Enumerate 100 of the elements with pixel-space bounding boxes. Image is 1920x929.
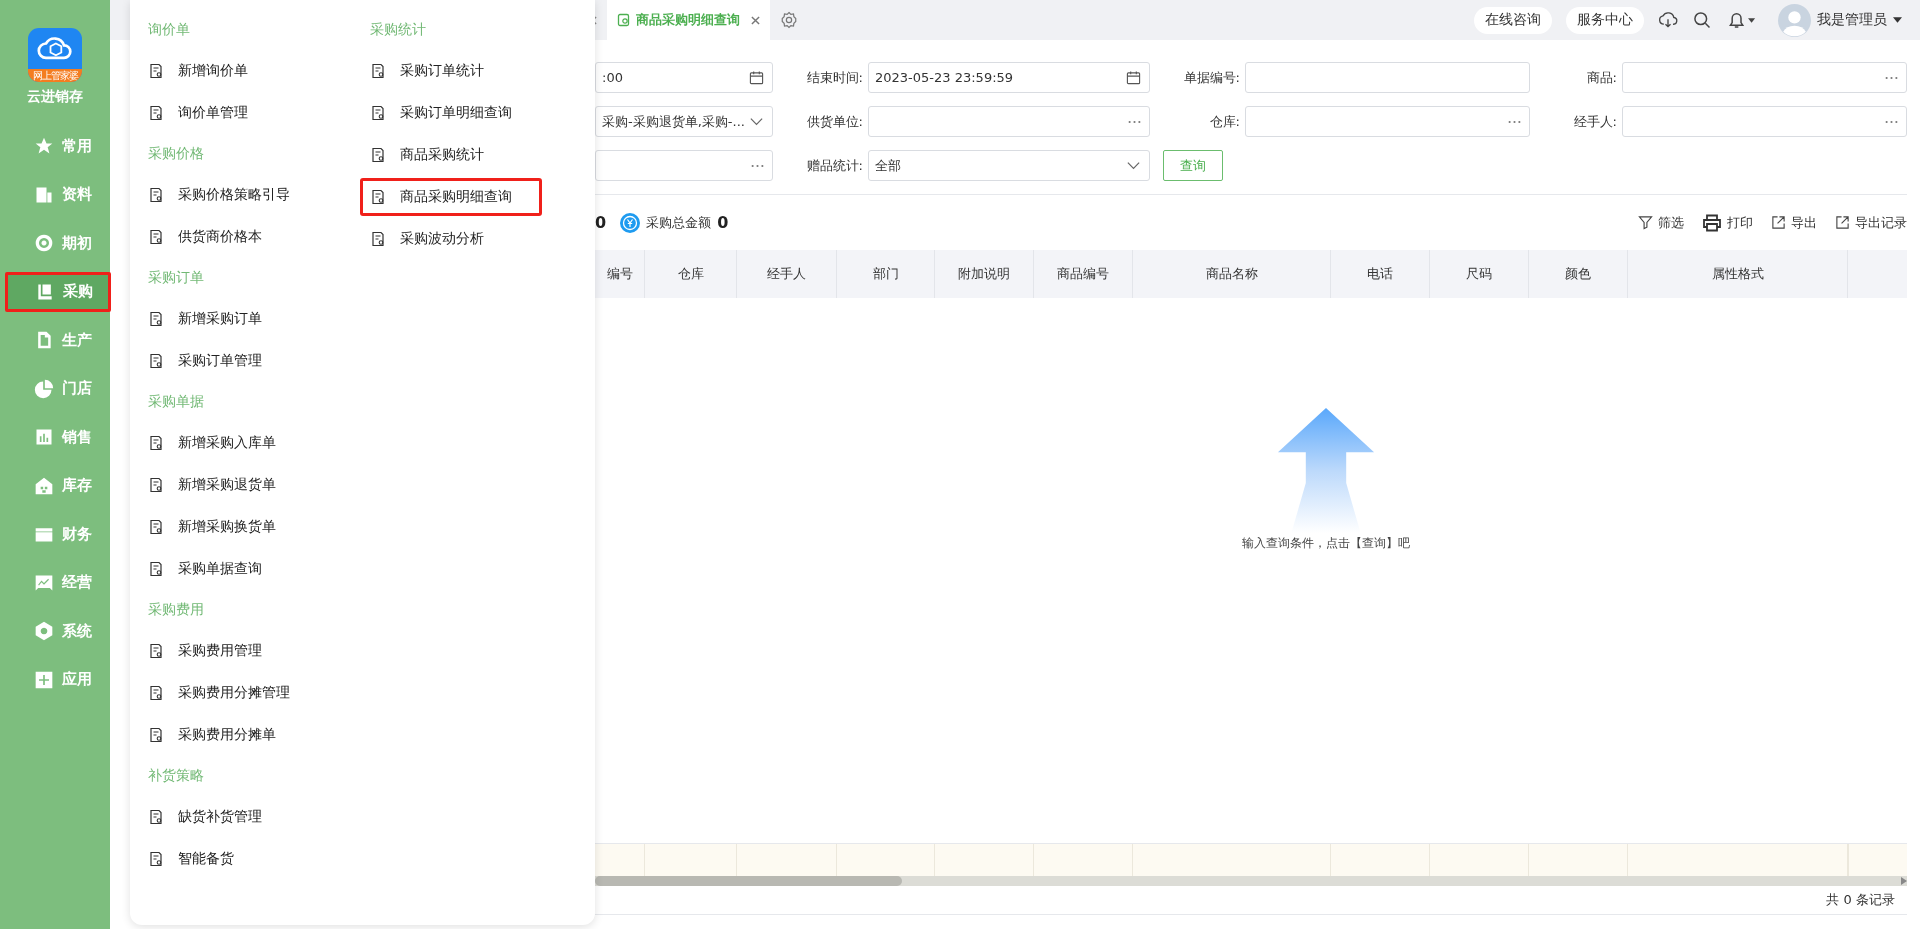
cloud-download-icon[interactable]: [1658, 10, 1678, 30]
select-field[interactable]: 采购-采购退货单,采购-...: [595, 106, 773, 137]
header-button[interactable]: 服务中心: [1566, 6, 1644, 34]
document-icon: [148, 435, 164, 451]
column-header[interactable]: 经手人: [737, 250, 837, 298]
document-icon: [148, 63, 164, 79]
column-header[interactable]: 附加说明: [935, 250, 1034, 298]
date-field[interactable]: 2023-05-23 23:59:59: [868, 62, 1150, 93]
column-header[interactable]: 尺码: [1430, 250, 1529, 298]
scrollbar-track[interactable]: [595, 876, 1907, 886]
toolbar-action[interactable]: 导出记录: [1835, 213, 1907, 232]
document-icon: [148, 727, 164, 743]
filter-label: 商品:: [1585, 68, 1617, 87]
menu-item[interactable]: 采购单据查询: [145, 550, 345, 588]
filter-label: 供货单位:: [805, 112, 863, 131]
printer-icon: [1702, 213, 1722, 232]
text-field[interactable]: [1245, 62, 1530, 93]
summary-value: 0: [595, 213, 607, 232]
menu-item[interactable]: 新增采购换货单: [145, 508, 345, 546]
menu-item[interactable]: 采购订单统计: [367, 52, 567, 90]
lookup-field[interactable]: [868, 106, 1150, 137]
toolbar-action[interactable]: 导出: [1771, 213, 1817, 232]
caret-icon[interactable]: [1893, 17, 1902, 23]
document-icon: [370, 189, 386, 205]
menu-group-title: 采购价格: [148, 144, 205, 163]
more-icon[interactable]: [1508, 119, 1521, 124]
yen-coin-icon: [620, 212, 641, 233]
filter-label: 结束时间:: [805, 68, 863, 87]
menu-item[interactable]: 新增采购订单: [145, 300, 345, 338]
document-icon: [148, 311, 164, 327]
toolbar-action[interactable]: 筛选: [1638, 213, 1684, 232]
document-icon: [370, 147, 386, 163]
column-header[interactable]: 颜色: [1529, 250, 1628, 298]
document-icon: [148, 353, 164, 369]
column-header[interactable]: 电话: [1331, 250, 1430, 298]
more-icon[interactable]: [1885, 75, 1898, 80]
close-icon[interactable]: [751, 15, 760, 25]
lookup-field[interactable]: [595, 150, 773, 181]
menu-item[interactable]: 缺货补货管理: [145, 798, 345, 836]
lookup-field[interactable]: [1245, 106, 1530, 137]
scrollbar-thumb[interactable]: [595, 876, 902, 886]
menu-item[interactable]: 询价单管理: [145, 94, 345, 132]
menu-item[interactable]: 采购订单管理: [145, 342, 345, 380]
filter-label: 仓库:: [1208, 112, 1240, 131]
column-header[interactable]: 商品编号: [1034, 250, 1133, 298]
menu-item[interactable]: 采购费用管理: [145, 632, 345, 670]
header-button[interactable]: 在线咨询: [1474, 6, 1552, 34]
menu-item[interactable]: 智能备货: [145, 840, 345, 878]
toolbar-action[interactable]: 打印: [1702, 213, 1753, 232]
logo-badge: 网上管家婆: [28, 69, 82, 82]
summary-label: 采购总金额: [646, 213, 712, 232]
document-icon: [148, 477, 164, 493]
home-icon: [34, 475, 54, 496]
document-icon: [148, 105, 164, 121]
hex-icon: [34, 621, 54, 641]
lookup-field[interactable]: [1622, 62, 1907, 93]
settings-icon[interactable]: [780, 11, 798, 29]
calendar-icon[interactable]: [749, 70, 764, 85]
filter-label: 经手人:: [1572, 112, 1617, 131]
more-icon[interactable]: [751, 163, 764, 168]
empty-message: 输入查询条件，点击【查询】吧: [1242, 535, 1410, 552]
calendar-icon[interactable]: [1126, 70, 1141, 85]
more-icon[interactable]: [1128, 119, 1141, 124]
search-icon[interactable]: [1692, 10, 1712, 30]
scroll-right-icon[interactable]: [1901, 877, 1907, 885]
document-icon: [370, 63, 386, 79]
column-header[interactable]: 仓库: [645, 250, 737, 298]
select-field[interactable]: 全部: [868, 150, 1150, 181]
menu-item[interactable]: 新增采购退货单: [145, 466, 345, 504]
menu-item[interactable]: 供货商价格本: [145, 218, 345, 256]
column-header[interactable]: 属性格式: [1628, 250, 1848, 298]
column-header[interactable]: 部门: [837, 250, 935, 298]
app-name: 云进销存: [27, 88, 83, 106]
document-icon: [148, 809, 164, 825]
menu-item[interactable]: 采购波动分析: [367, 220, 567, 258]
user-name[interactable]: 我是管理员: [1817, 11, 1887, 29]
document-icon: [148, 561, 164, 577]
filter-icon: [1638, 215, 1653, 230]
menu-item[interactable]: 采购价格策略引导: [145, 176, 345, 214]
menu-item[interactable]: 商品采购明细查询: [360, 178, 542, 216]
menu-group-title: 采购单据: [148, 392, 205, 411]
document-icon: [148, 229, 164, 245]
more-icon[interactable]: [1885, 119, 1898, 124]
menu-item[interactable]: 采购订单明细查询: [367, 94, 567, 132]
document-icon: [370, 231, 386, 247]
column-header[interactable]: 商品名称: [1133, 250, 1331, 298]
document-icon: [148, 519, 164, 535]
menu-item[interactable]: 新增询价单: [145, 52, 345, 90]
menu-item[interactable]: 采购费用分摊单: [145, 716, 345, 754]
date-field[interactable]: :00: [595, 62, 773, 93]
record-count: 共 0 条记录: [1826, 891, 1895, 909]
menu-group-title: 采购统计: [370, 20, 427, 39]
menu-item[interactable]: 商品采购统计: [367, 136, 567, 174]
export-icon: [1835, 215, 1850, 230]
document-icon: [148, 643, 164, 659]
menu-item[interactable]: 新增采购入库单: [145, 424, 345, 462]
cloud-box-icon: [37, 34, 73, 62]
lookup-field[interactable]: [1622, 106, 1907, 137]
document-icon: [148, 685, 164, 701]
menu-item[interactable]: 采购费用分摊管理: [145, 674, 345, 712]
